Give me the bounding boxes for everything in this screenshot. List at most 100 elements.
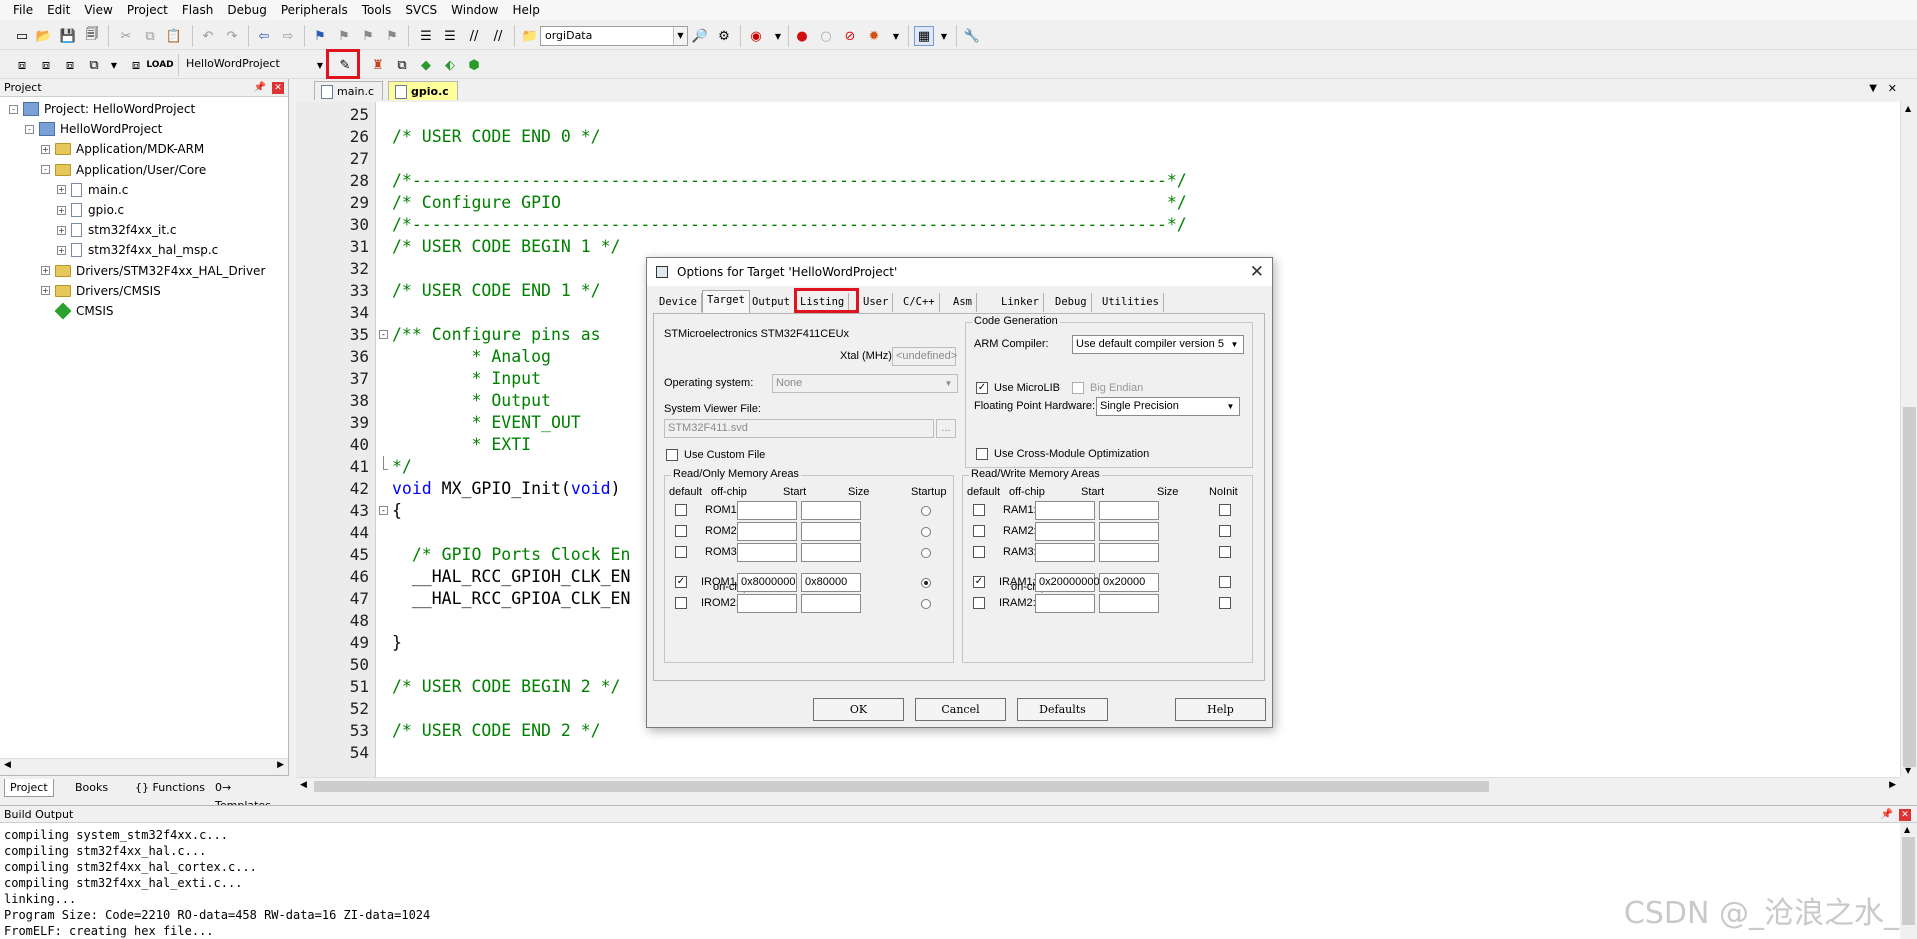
tab-main-c[interactable]: main.c [314, 81, 384, 100]
scroll-down-icon[interactable]: ▼ [1905, 766, 1911, 775]
default-checkbox[interactable] [675, 546, 687, 558]
tree-item[interactable]: + stm32f4xx_it.c [57, 220, 176, 240]
find-in-files-icon[interactable]: 📁 [520, 26, 540, 46]
select-pack-icon[interactable]: ⬖ [440, 55, 460, 75]
defaults-button[interactable]: Defaults [1017, 698, 1108, 721]
tree-item[interactable]: CMSIS [41, 301, 114, 321]
dialog-tab-linker[interactable]: Linker [997, 293, 1044, 312]
custom-file-checkbox[interactable] [666, 449, 678, 461]
fph-select[interactable]: Single Precision ▼ [1096, 397, 1240, 416]
file-extensions-icon[interactable]: ⧉ [392, 55, 412, 75]
svd-browse-button[interactable]: ... [936, 419, 956, 438]
menu-item-edit[interactable]: Edit [40, 0, 77, 20]
nav-forward-icon[interactable]: ⇨ [278, 26, 298, 46]
unindent-icon[interactable]: ☰ [440, 26, 460, 46]
expand-icon[interactable]: + [41, 286, 50, 296]
scroll-left-icon[interactable]: ◀ [300, 780, 307, 790]
scroll-up-icon[interactable]: ▲ [1904, 825, 1910, 834]
memory-size-input[interactable] [1099, 594, 1159, 613]
pin-icon[interactable]: 📌 [1881, 806, 1893, 824]
close-icon[interactable]: ✕ [1250, 258, 1264, 286]
kill-breakpoints-icon[interactable]: ⊘ [840, 26, 860, 46]
fold-icon[interactable]: - [379, 330, 388, 339]
disable-breakpoint-icon[interactable]: ○ [816, 26, 836, 46]
memory-start-input[interactable] [1035, 501, 1095, 520]
xtal-input[interactable]: <undefined> [892, 347, 957, 366]
startup-radio[interactable] [921, 527, 931, 537]
dropdown-arrow-icon[interactable]: ▼ [934, 26, 954, 46]
memory-size-input[interactable]: 0x80000 [801, 573, 861, 592]
expand-icon[interactable]: + [57, 185, 66, 195]
target-select[interactable]: HelloWordProject [182, 55, 328, 75]
memory-start-input[interactable]: 0x20000000 [1035, 573, 1100, 592]
dialog-tab-output[interactable]: Output [748, 293, 795, 312]
menu-item-tools[interactable]: Tools [355, 0, 399, 20]
window-layout-icon[interactable]: ▦ [914, 26, 934, 46]
collapse-icon[interactable]: - [9, 104, 18, 114]
ok-button[interactable]: OK [813, 698, 904, 721]
memory-start-input[interactable]: 0x8000000 [737, 573, 797, 592]
scroll-right-icon[interactable]: ▶ [277, 760, 284, 770]
dialog-tab-asm[interactable]: Asm [949, 293, 977, 312]
help-button[interactable]: Help [1175, 698, 1266, 721]
translate-icon[interactable]: ⧈ [12, 55, 32, 75]
tab-list-icon[interactable]: ▼ [1869, 83, 1877, 94]
memory-start-input[interactable] [737, 522, 797, 541]
memory-size-input[interactable] [1099, 543, 1159, 562]
default-checkbox[interactable]: ✓ [973, 576, 985, 588]
debug-session-icon[interactable]: ◉ [746, 26, 766, 46]
scroll-up-icon[interactable]: ▲ [1905, 104, 1911, 113]
memory-start-input[interactable] [737, 501, 797, 520]
paste-icon[interactable]: 📋 [164, 26, 184, 46]
expand-icon[interactable]: + [57, 205, 66, 215]
default-checkbox[interactable] [973, 525, 985, 537]
new-file-icon[interactable]: ▭ [12, 26, 32, 46]
save-all-icon[interactable]: 🗐 [82, 26, 102, 46]
redo-icon[interactable]: ↷ [222, 26, 242, 46]
tree-item[interactable]: + Application/MDK-ARM [41, 139, 204, 159]
dialog-tab-utilities[interactable]: Utilities [1098, 293, 1164, 312]
manage-components-icon[interactable]: ♜ [368, 55, 388, 75]
memory-size-input[interactable] [801, 522, 861, 541]
scroll-left-icon[interactable]: ◀ [4, 760, 11, 770]
menu-item-project[interactable]: Project [120, 0, 175, 20]
tree-item[interactable]: + Drivers/STM32F4xx_HAL_Driver [41, 261, 265, 281]
tree-item[interactable]: - Application/User/Core [41, 160, 206, 180]
build-output[interactable]: compiling system_stm32f4xx.c... compiling… [0, 823, 1900, 939]
tree-item[interactable]: + stm32f4xx_hal_msp.c [57, 240, 218, 260]
next-bookmark-icon[interactable]: ⚑ [358, 26, 378, 46]
prev-bookmark-icon[interactable]: ⚑ [334, 26, 354, 46]
menu-item-file[interactable]: File [6, 0, 40, 20]
menu-item-peripherals[interactable]: Peripherals [274, 0, 355, 20]
open-file-icon[interactable]: 📂 [34, 26, 54, 46]
memory-size-input[interactable] [1099, 501, 1159, 520]
expand-icon[interactable]: + [41, 144, 50, 154]
default-checkbox[interactable] [675, 504, 687, 516]
dialog-tab-user[interactable]: User [859, 293, 894, 312]
dialog-tab-device[interactable]: Device [655, 293, 702, 312]
tree-hscroll[interactable]: ◀ ▶ [0, 758, 288, 775]
undo-icon[interactable]: ↶ [198, 26, 218, 46]
memory-size-input[interactable] [801, 501, 861, 520]
editor-vscroll[interactable]: ▲ ▼ [1900, 102, 1917, 777]
close-icon[interactable]: ✕ [1899, 809, 1911, 821]
pack-installer-icon[interactable]: ◆ [416, 55, 436, 75]
menu-item-debug[interactable]: Debug [220, 0, 273, 20]
os-select[interactable]: None ▼ [772, 374, 958, 393]
build-vscroll[interactable]: ▲ [1900, 823, 1917, 939]
menu-item-help[interactable]: Help [505, 0, 546, 20]
tree-item[interactable]: + gpio.c [57, 200, 124, 220]
expand-icon[interactable]: + [57, 225, 66, 235]
fold-icon[interactable]: - [379, 506, 388, 515]
find-icon[interactable]: 🔎 [690, 26, 710, 46]
incremental-find-icon[interactable]: ⚙ [714, 26, 734, 46]
startup-radio[interactable] [921, 599, 931, 609]
tree-item[interactable]: + Drivers/CMSIS [41, 281, 161, 301]
memory-start-input[interactable] [1035, 594, 1095, 613]
scroll-right-icon[interactable]: ▶ [1889, 780, 1896, 790]
svd-input[interactable]: STM32F411.svd [664, 419, 934, 438]
comment-icon[interactable]: // [464, 26, 484, 46]
memory-size-input[interactable]: 0x20000 [1099, 573, 1159, 592]
run-time-env-icon[interactable]: ⬢ [464, 55, 484, 75]
noinit-checkbox[interactable] [1219, 504, 1231, 516]
